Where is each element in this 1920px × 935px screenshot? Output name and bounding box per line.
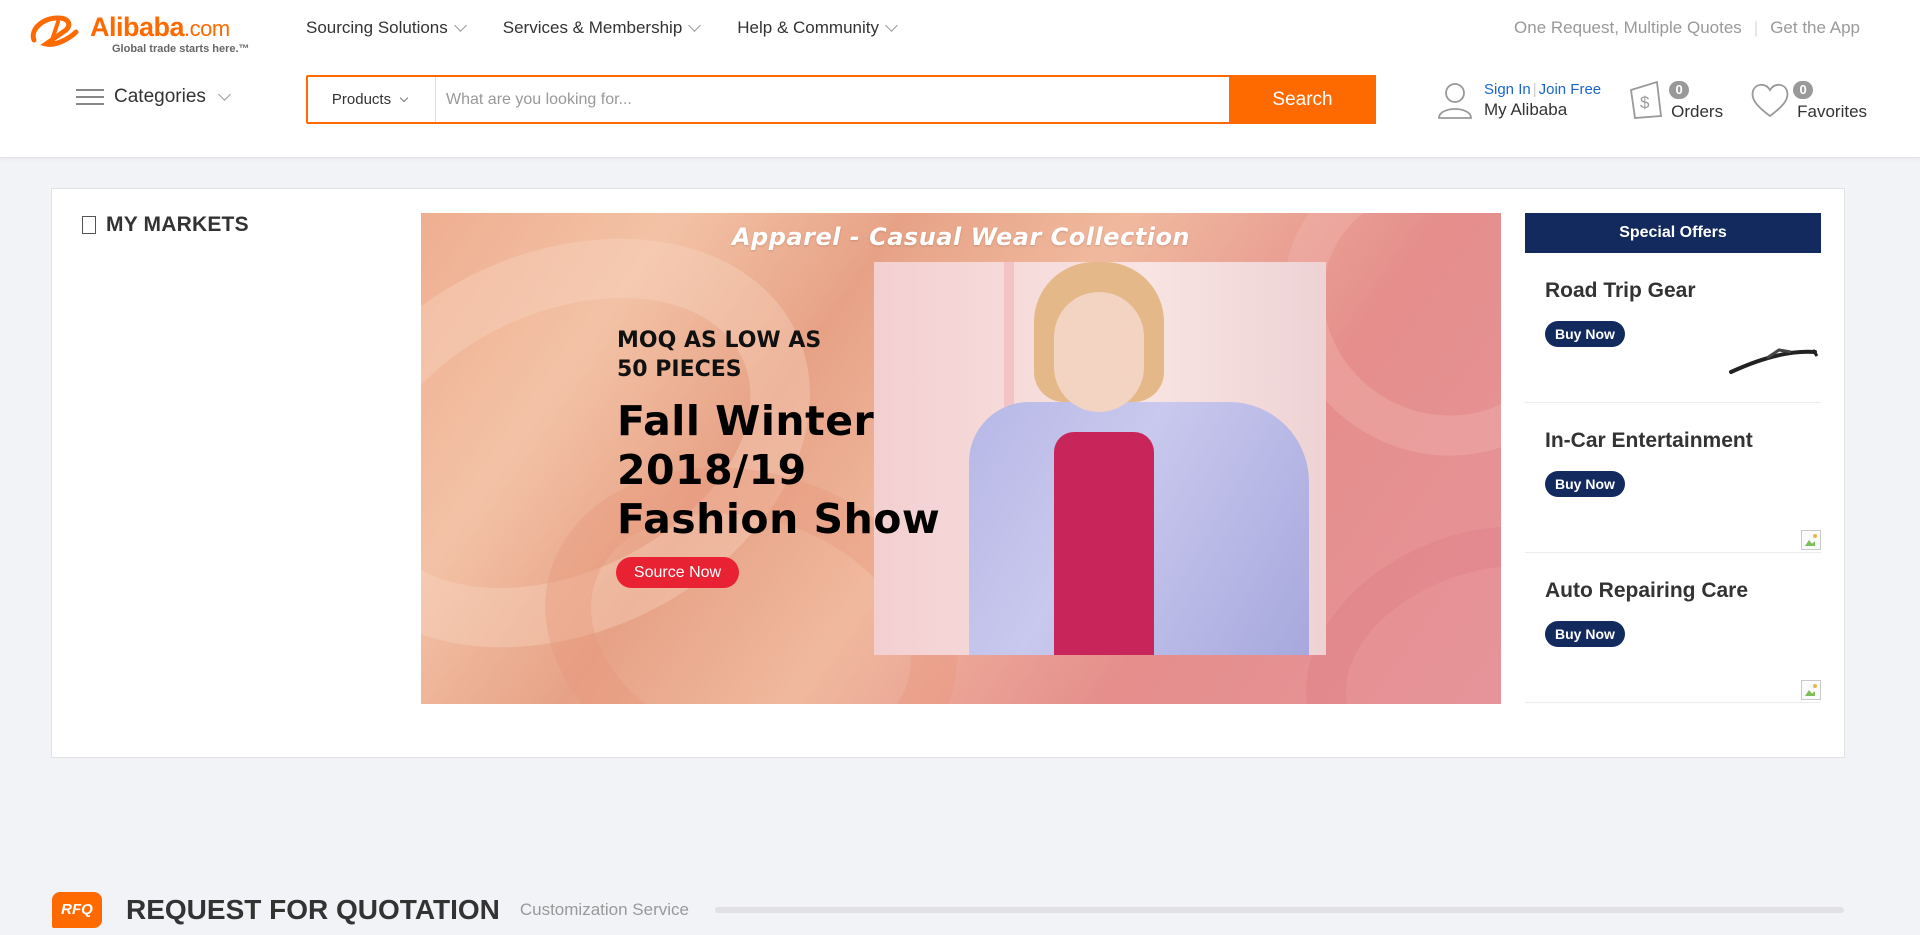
special-offers-heading: Special Offers	[1525, 213, 1821, 253]
chevron-down-icon	[453, 19, 467, 32]
orders-widget[interactable]: $ 0 Orders	[1627, 80, 1723, 122]
logo-tagline: Global trade starts here.™	[112, 43, 250, 55]
search-type-dropdown[interactable]: Products	[308, 77, 436, 122]
orders-label: Orders	[1671, 102, 1724, 121]
link-separator: |	[1753, 18, 1759, 37]
chevron-down-icon	[399, 93, 409, 103]
offer-title: Road Trip Gear	[1545, 279, 1696, 302]
site-header: Alibaba.com Global trade starts here.™ S…	[0, 0, 1920, 158]
broken-image-icon	[1801, 680, 1821, 700]
alibaba-logo[interactable]: Alibaba.com Global trade starts here.™	[28, 10, 268, 55]
rfq-title: REQUEST FOR QUOTATION	[126, 894, 500, 925]
offer-title: In-Car Entertainment	[1545, 429, 1753, 452]
logo-wordmark: Alibaba.com	[90, 12, 230, 42]
rfq-subtitle: Customization Service	[519, 900, 689, 919]
rfq-section-header: RFQ REQUEST FOR QUOTATION Customization …	[52, 890, 1844, 930]
buy-now-button[interactable]: Buy Now	[1545, 321, 1625, 347]
source-now-button[interactable]: Source Now	[616, 557, 739, 588]
my-alibaba[interactable]: Sign In | Join Free My Alibaba	[1436, 80, 1601, 120]
request-quotes-link[interactable]: One Request, Multiple Quotes	[1514, 18, 1742, 38]
orders-count-badge: 0	[1669, 81, 1690, 99]
top-nav: Sourcing Solutions Services & Membership…	[306, 18, 900, 38]
nav-services-membership-label: Services & Membership	[502, 18, 683, 37]
account-text: Sign In | Join Free My Alibaba	[1484, 81, 1601, 120]
banner-moq-text: MOQ AS LOW AS 50 PIECES	[617, 328, 822, 382]
categories-menu[interactable]: Categories	[76, 86, 233, 108]
rfq-divider	[714, 907, 1844, 913]
list-menu-icon	[76, 87, 104, 107]
markets-icon	[82, 216, 96, 234]
offer-card[interactable]: Road Trip Gear Buy Now	[1525, 253, 1821, 403]
buy-now-button[interactable]: Buy Now	[1545, 621, 1625, 647]
search-type-label: Products	[331, 91, 392, 108]
nav-help-community-label: Help & Community	[737, 18, 879, 37]
banner-headline: Fall Winter 2018/19 Fashion Show	[617, 397, 941, 543]
search-bar: Products Search	[306, 75, 1376, 124]
svg-text:$: $	[1640, 93, 1650, 112]
favorites-count-badge: 0	[1793, 81, 1814, 99]
model-photo	[874, 262, 1326, 655]
broken-image-icon	[1801, 530, 1821, 550]
join-free-link[interactable]: Join Free	[1539, 81, 1602, 98]
top-right-links: One Request, Multiple Quotes | Get the A…	[1514, 18, 1860, 38]
heart-icon	[1751, 83, 1789, 118]
photo-top	[1054, 432, 1154, 655]
my-markets-header: MY MARKETS	[82, 213, 249, 237]
chevron-down-icon	[218, 88, 231, 101]
nav-sourcing-solutions[interactable]: Sourcing Solutions	[306, 18, 469, 38]
promo-banner[interactable]: Apparel - Casual Wear Collection MOQ AS …	[421, 213, 1501, 704]
my-alibaba-label: My Alibaba	[1484, 99, 1568, 119]
nav-sourcing-solutions-label: Sourcing Solutions	[306, 18, 448, 37]
photo-face	[1054, 292, 1144, 412]
buy-now-button[interactable]: Buy Now	[1545, 471, 1625, 497]
chevron-down-icon	[885, 19, 898, 32]
favorites-widget[interactable]: 0 Favorites	[1749, 80, 1867, 122]
orders-icon: $	[1630, 80, 1663, 119]
account-links: Sign In | Join Free	[1484, 81, 1601, 98]
chevron-down-icon	[688, 19, 702, 32]
wiper-blade-image	[1729, 348, 1819, 374]
offer-title: Auto Repairing Care	[1545, 579, 1749, 602]
search-input[interactable]	[436, 77, 1229, 122]
sign-in-link[interactable]: Sign In	[1484, 81, 1531, 98]
nav-help-community[interactable]: Help & Community	[737, 18, 900, 38]
banner-title: Apparel - Casual Wear Collection	[731, 223, 1191, 251]
categories-label: Categories	[114, 86, 206, 107]
my-markets-title: MY MARKETS	[106, 213, 249, 236]
offer-card[interactable]: In-Car Entertainment Buy Now	[1525, 403, 1821, 553]
favorites-label: Favorites	[1797, 102, 1868, 121]
rfq-badge-icon: RFQ	[52, 892, 102, 928]
user-area: Sign In | Join Free My Alibaba $ 0 Orders …	[1436, 80, 1867, 122]
account-link-separator: |	[1532, 80, 1537, 98]
main-card: MY MARKETS Apparel - Casual Wear Collect…	[51, 188, 1845, 758]
offer-card[interactable]: Auto Repairing Care Buy Now	[1525, 553, 1821, 703]
special-offers-panel: Special Offers Road Trip Gear Buy Now In…	[1525, 213, 1821, 703]
alibaba-logo-icon	[30, 15, 79, 47]
search-button[interactable]: Search	[1229, 75, 1376, 124]
user-icon	[1438, 83, 1472, 119]
get-app-link[interactable]: Get the App	[1770, 18, 1860, 38]
nav-services-membership[interactable]: Services & Membership	[503, 18, 704, 38]
